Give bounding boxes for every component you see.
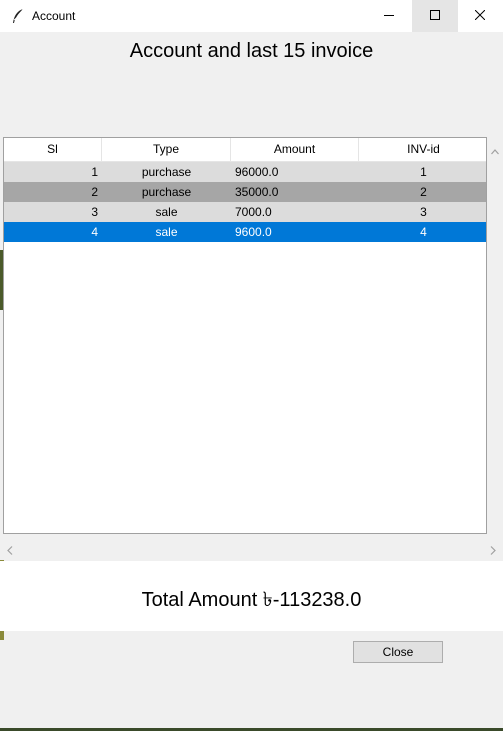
table-row[interactable]: 3 sale 7000.0 3 (4, 202, 486, 222)
scroll-up-arrow-icon[interactable] (491, 142, 499, 160)
feather-icon (11, 8, 25, 24)
cell-amount: 7000.0 (235, 205, 272, 219)
window-title: Account (32, 9, 76, 23)
table-header: Sl Type Amount INV-id (4, 138, 486, 162)
column-header-type[interactable]: Type (102, 138, 231, 161)
horizontal-scrollbar[interactable] (3, 538, 503, 555)
cell-inv-id: 4 (420, 225, 427, 239)
close-button[interactable]: Close (353, 641, 443, 663)
cell-type: sale (155, 225, 178, 239)
cell-inv-id: 3 (420, 205, 427, 219)
total-amount: Total Amount ৳-113238.0 (141, 589, 362, 611)
table-row[interactable]: 2 purchase 35000.0 2 (4, 182, 486, 202)
cell-type: purchase (141, 185, 192, 199)
minimize-icon (384, 7, 394, 25)
cell-sl: 3 (91, 205, 98, 219)
page-title: Account and last 15 invoice (129, 40, 374, 62)
table-row-selected[interactable]: 4 sale 9600.0 4 (4, 222, 486, 242)
title-bar[interactable]: Account (0, 0, 503, 32)
cell-sl: 2 (91, 185, 98, 199)
maximize-button[interactable] (412, 0, 458, 32)
cell-inv-id: 2 (420, 185, 427, 199)
column-header-sl[interactable]: Sl (4, 138, 102, 161)
table-row[interactable]: 1 purchase 96000.0 1 (4, 162, 486, 182)
scroll-right-arrow-icon[interactable] (490, 542, 496, 560)
cell-type: purchase (141, 165, 192, 179)
cell-sl: 4 (91, 225, 98, 239)
close-icon (474, 7, 486, 25)
invoice-table[interactable]: Sl Type Amount INV-id 1 purchase 96000.0… (3, 137, 487, 534)
cell-amount: 96000.0 (235, 165, 279, 179)
cell-sl: 1 (91, 165, 98, 179)
scroll-left-arrow-icon[interactable] (7, 542, 13, 560)
column-header-amount[interactable]: Amount (231, 138, 359, 161)
close-window-button[interactable] (457, 0, 503, 32)
column-header-inv-id[interactable]: INV-id (359, 138, 486, 161)
minimize-button[interactable] (366, 0, 412, 32)
maximize-icon (430, 7, 440, 25)
cell-amount: 35000.0 (235, 185, 279, 199)
vertical-scrollbar[interactable] (487, 137, 503, 534)
cell-type: sale (155, 205, 178, 219)
cell-amount: 9600.0 (235, 225, 272, 239)
account-window: Account Account and last 15 invoice Sl T… (0, 0, 503, 728)
cell-inv-id: 1 (420, 165, 427, 179)
